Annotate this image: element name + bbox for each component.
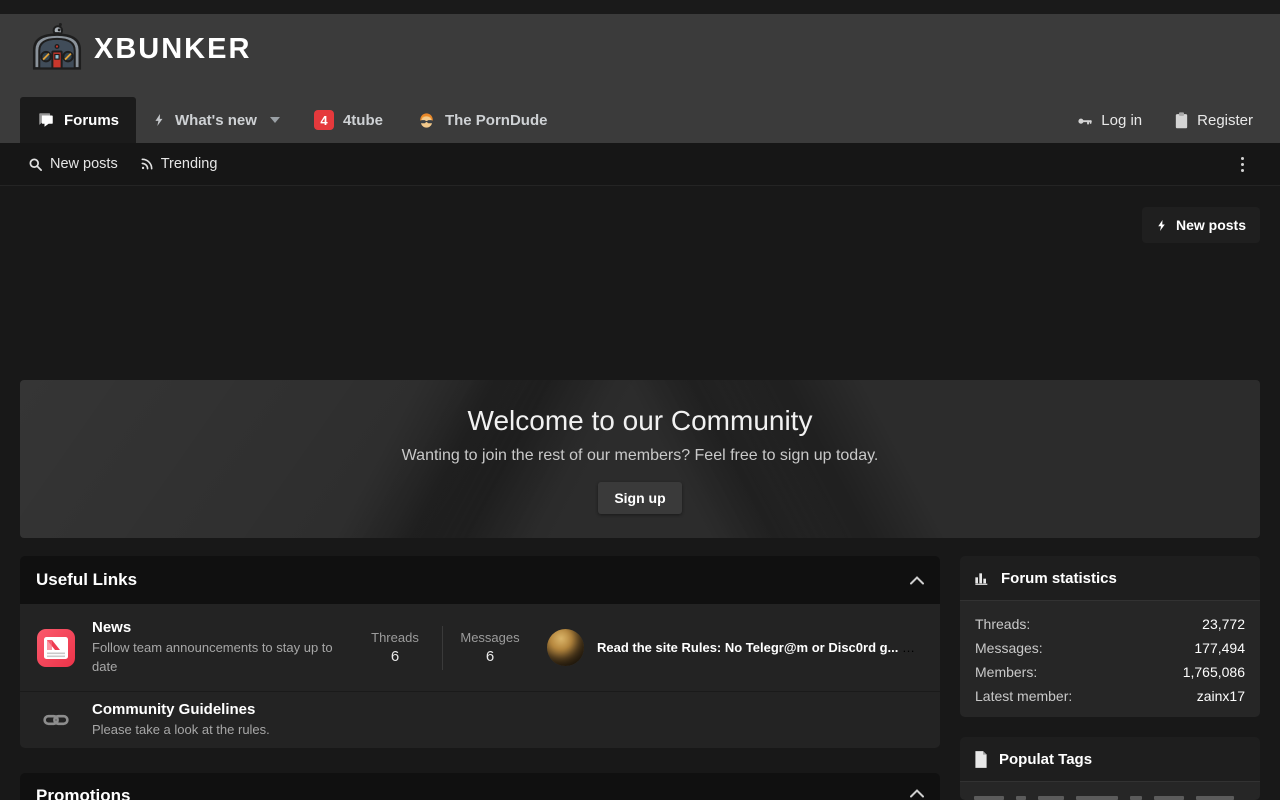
divider xyxy=(442,626,443,670)
chevron-down-icon xyxy=(270,117,280,124)
promotions-header[interactable]: Promotions xyxy=(20,773,940,800)
site-header: XBUNKER Forums What's new 4 4tube xyxy=(0,14,1280,143)
chevron-up-icon[interactable] xyxy=(910,576,924,585)
link-icon xyxy=(36,707,76,733)
stat-label: Members: xyxy=(975,664,1037,680)
register-link[interactable]: Register xyxy=(1174,112,1253,129)
stat-value: 1,765,086 xyxy=(1183,664,1245,680)
bunker-logo-icon xyxy=(30,22,84,76)
latest-member-link[interactable]: zainx17 xyxy=(1197,688,1245,704)
forum-node-info: Community Guidelines Please take a look … xyxy=(92,701,344,740)
bar-chart-icon xyxy=(974,570,990,586)
news-icon xyxy=(36,628,76,668)
stat-label: Latest member: xyxy=(975,688,1072,704)
forum-title[interactable]: Community Guidelines xyxy=(92,701,344,718)
section-title: Useful Links xyxy=(36,570,137,590)
stat-label: Threads: xyxy=(975,616,1030,632)
stat-label: Messages: xyxy=(975,640,1043,656)
forum-statistics-header[interactable]: Forum statistics xyxy=(960,556,1260,601)
banner-title: Welcome to our Community xyxy=(20,380,1260,437)
popular-tags-body xyxy=(960,782,1260,800)
forum-title[interactable]: News xyxy=(92,619,344,636)
bolt-icon xyxy=(1156,218,1168,233)
forum-node-info: News Follow team announcements to stay u… xyxy=(92,619,344,677)
tab-forums[interactable]: Forums xyxy=(20,97,136,143)
banner-subtitle: Wanting to join the rest of our members?… xyxy=(20,447,1260,465)
login-link[interactable]: Log in xyxy=(1076,112,1142,129)
welcome-banner: Welcome to our Community Wanting to join… xyxy=(20,380,1260,538)
new-posts-button[interactable]: New posts xyxy=(1142,207,1260,243)
threads-count: 6 xyxy=(354,648,436,665)
document-icon xyxy=(974,751,988,768)
rss-icon xyxy=(140,157,154,171)
brand-name: XBUNKER xyxy=(94,33,251,66)
new-posts-label: New posts xyxy=(1176,217,1246,233)
overflow-menu-icon[interactable] xyxy=(1237,155,1248,174)
forum-statistics-body: Threads: 23,772 Messages: 177,494 Member… xyxy=(960,601,1260,717)
4tube-icon: 4 xyxy=(314,110,334,130)
search-icon xyxy=(28,157,43,172)
auth-links: Log in Register xyxy=(1076,97,1253,143)
tab-label: The PornDude xyxy=(445,112,548,129)
tag-ghost-row xyxy=(974,796,1234,800)
stat-row: Threads: 23,772 xyxy=(975,612,1245,636)
subnav-trending[interactable]: Trending xyxy=(140,156,218,172)
main-nav: Forums What's new 4 4tube xyxy=(20,97,564,143)
messages-count: 6 xyxy=(449,648,531,665)
popular-tags-block: Populat Tags xyxy=(960,737,1260,800)
subnav-new-posts[interactable]: New posts xyxy=(28,156,118,172)
avatar[interactable] xyxy=(547,629,584,666)
tab-4tube[interactable]: 4 4tube xyxy=(297,97,400,143)
useful-links-block: Useful Links News Follow team announceme… xyxy=(20,556,940,748)
useful-links-header[interactable]: Useful Links xyxy=(20,556,940,604)
forums-bubbles-icon xyxy=(37,111,55,129)
browser-top-strip xyxy=(0,0,1280,14)
porndude-icon xyxy=(417,111,436,130)
latest-thread-link[interactable]: Read the site Rules: No Telegr@m or Disc… xyxy=(597,640,898,655)
site-logo[interactable]: XBUNKER xyxy=(30,22,251,76)
subnav-label: New posts xyxy=(50,156,118,172)
bolt-icon xyxy=(153,112,166,128)
latest-post: Read the site Rules: No Telegr@m or Disc… xyxy=(547,629,924,666)
tab-label: Forums xyxy=(64,112,119,129)
secondary-nav: New posts Trending xyxy=(0,143,1280,186)
promotions-block: Promotions xyxy=(20,773,940,800)
stat-row: Latest member: zainx17 xyxy=(975,684,1245,708)
forum-stats: Threads 6 Messages 6 xyxy=(354,626,531,670)
clipboard-icon xyxy=(1174,112,1189,129)
forum-description: Follow team announcements to stay up to … xyxy=(92,639,344,677)
chevron-up-icon[interactable] xyxy=(910,789,924,798)
stat-value: 177,494 xyxy=(1194,640,1245,656)
forum-description: Please take a look at the rules. xyxy=(92,721,344,740)
section-title: Populat Tags xyxy=(999,751,1092,768)
popular-tags-header[interactable]: Populat Tags xyxy=(960,737,1260,782)
tab-label: 4tube xyxy=(343,112,383,129)
login-label: Log in xyxy=(1101,112,1142,129)
forum-row-guidelines[interactable]: Community Guidelines Please take a look … xyxy=(20,692,940,748)
forum-statistics-block: Forum statistics Threads: 23,772 Message… xyxy=(960,556,1260,717)
threads-label: Threads xyxy=(354,630,436,645)
messages-label: Messages xyxy=(449,630,531,645)
subnav-label: Trending xyxy=(161,156,218,172)
forum-row-news[interactable]: News Follow team announcements to stay u… xyxy=(20,604,940,692)
stat-row: Messages: 177,494 xyxy=(975,636,1245,660)
key-icon xyxy=(1076,112,1093,129)
sign-up-button[interactable]: Sign up xyxy=(598,482,681,514)
latest-thread-meta: Jun 5, 2024 · ... xyxy=(907,641,924,655)
section-title: Promotions xyxy=(36,786,130,800)
section-title: Forum statistics xyxy=(1001,570,1117,587)
stat-value: 23,772 xyxy=(1202,616,1245,632)
tab-porndude[interactable]: The PornDude xyxy=(400,97,565,143)
register-label: Register xyxy=(1197,112,1253,129)
stat-row: Members: 1,765,086 xyxy=(975,660,1245,684)
tab-label: What's new xyxy=(175,112,257,129)
tab-whats-new[interactable]: What's new xyxy=(136,97,297,143)
